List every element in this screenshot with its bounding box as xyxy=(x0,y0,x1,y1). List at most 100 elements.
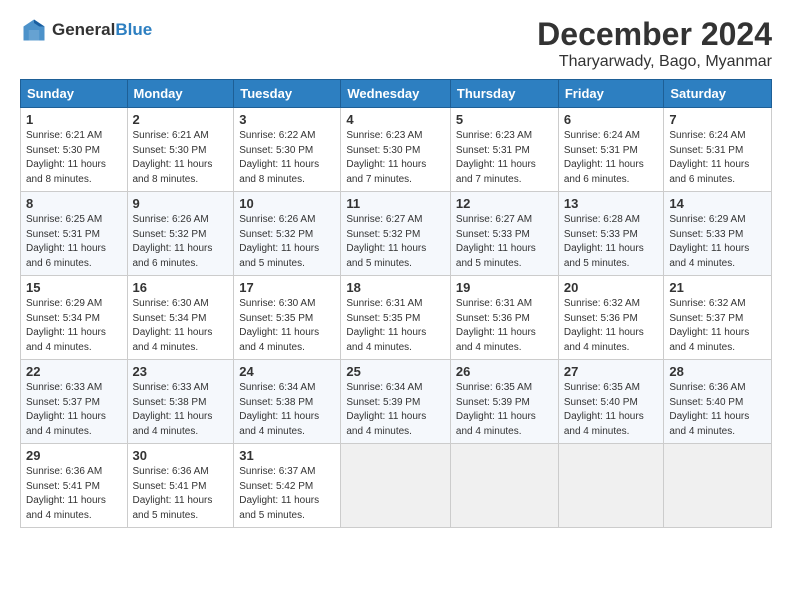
col-thursday: Thursday xyxy=(450,80,558,108)
calendar-cell: 17 Sunrise: 6:30 AMSunset: 5:35 PMDayligh… xyxy=(234,276,341,360)
logo-icon xyxy=(20,16,48,44)
calendar-cell: 4Sunrise: 6:23 AMSunset: 5:30 PMDaylight… xyxy=(341,108,451,192)
day-number: 3 xyxy=(239,112,335,127)
calendar-cell: 22Sunrise: 6:33 AMSunset: 5:37 PMDayligh… xyxy=(21,360,128,444)
header: GeneralBlue December 2024 Tharyarwady, B… xyxy=(20,16,772,71)
calendar-cell: 25 Sunrise: 6:34 AMSunset: 5:39 PMDayligh… xyxy=(341,360,451,444)
day-info: Sunrise: 6:26 AMSunset: 5:32 PMDaylight:… xyxy=(133,214,213,269)
day-number: 11 xyxy=(346,196,445,211)
logo-blue: Blue xyxy=(115,20,152,39)
day-info: Sunrise: 6:26 AMSunset: 5:32 PMDaylight:… xyxy=(239,214,319,269)
page: GeneralBlue December 2024 Tharyarwady, B… xyxy=(0,0,792,544)
calendar-cell: 7 Sunrise: 6:24 AMSunset: 5:31 PMDaylight… xyxy=(664,108,772,192)
day-number: 15 xyxy=(26,280,122,295)
day-number: 2 xyxy=(133,112,229,127)
day-number: 20 xyxy=(564,280,659,295)
day-info: Sunrise: 6:23 AMSunset: 5:31 PMDaylight:… xyxy=(456,130,536,185)
calendar-cell: 27 Sunrise: 6:35 AMSunset: 5:40 PMDayligh… xyxy=(558,360,664,444)
calendar-cell xyxy=(341,444,451,528)
day-info: Sunrise: 6:28 AMSunset: 5:33 PMDaylight:… xyxy=(564,214,644,269)
day-number: 7 xyxy=(669,112,766,127)
calendar-cell: 28 Sunrise: 6:36 AMSunset: 5:40 PMDayligh… xyxy=(664,360,772,444)
calendar-cell: 12Sunrise: 6:27 AMSunset: 5:33 PMDayligh… xyxy=(450,192,558,276)
calendar-cell: 23Sunrise: 6:33 AMSunset: 5:38 PMDayligh… xyxy=(127,360,234,444)
col-saturday: Saturday xyxy=(664,80,772,108)
calendar-cell: 5 Sunrise: 6:23 AMSunset: 5:31 PMDaylight… xyxy=(450,108,558,192)
day-number: 10 xyxy=(239,196,335,211)
day-number: 29 xyxy=(26,448,122,463)
day-number: 16 xyxy=(133,280,229,295)
calendar-week-2: 8Sunrise: 6:25 AMSunset: 5:31 PMDaylight… xyxy=(21,192,772,276)
day-info: Sunrise: 6:21 AMSunset: 5:30 PMDaylight:… xyxy=(133,130,213,185)
day-info: Sunrise: 6:35 AMSunset: 5:40 PMDaylight:… xyxy=(564,382,644,437)
calendar-cell: 14Sunrise: 6:29 AMSunset: 5:33 PMDayligh… xyxy=(664,192,772,276)
day-number: 6 xyxy=(564,112,659,127)
col-wednesday: Wednesday xyxy=(341,80,451,108)
day-number: 1 xyxy=(26,112,122,127)
day-info: Sunrise: 6:24 AMSunset: 5:31 PMDaylight:… xyxy=(564,130,644,185)
calendar-cell: 21 Sunrise: 6:32 AMSunset: 5:37 PMDayligh… xyxy=(664,276,772,360)
day-number: 4 xyxy=(346,112,445,127)
main-title: December 2024 xyxy=(537,16,772,53)
calendar-cell: 10 Sunrise: 6:26 AMSunset: 5:32 PMDayligh… xyxy=(234,192,341,276)
calendar-cell: 18Sunrise: 6:31 AMSunset: 5:35 PMDayligh… xyxy=(341,276,451,360)
day-number: 31 xyxy=(239,448,335,463)
col-monday: Monday xyxy=(127,80,234,108)
calendar-cell xyxy=(664,444,772,528)
day-info: Sunrise: 6:34 AMSunset: 5:39 PMDaylight:… xyxy=(346,382,426,437)
day-info: Sunrise: 6:27 AMSunset: 5:32 PMDaylight:… xyxy=(346,214,426,269)
day-info: Sunrise: 6:21 AMSunset: 5:30 PMDaylight:… xyxy=(26,130,106,185)
day-info: Sunrise: 6:36 AMSunset: 5:41 PMDaylight:… xyxy=(133,466,213,521)
col-friday: Friday xyxy=(558,80,664,108)
logo-text: GeneralBlue xyxy=(52,20,152,40)
day-number: 23 xyxy=(133,364,229,379)
day-info: Sunrise: 6:32 AMSunset: 5:37 PMDaylight:… xyxy=(669,298,749,353)
day-number: 28 xyxy=(669,364,766,379)
calendar-week-1: 1 Sunrise: 6:21 AMSunset: 5:30 PMDaylight… xyxy=(21,108,772,192)
calendar-cell: 15 Sunrise: 6:29 AMSunset: 5:34 PMDayligh… xyxy=(21,276,128,360)
day-number: 17 xyxy=(239,280,335,295)
day-number: 13 xyxy=(564,196,659,211)
calendar-cell: 13 Sunrise: 6:28 AMSunset: 5:33 PMDayligh… xyxy=(558,192,664,276)
calendar-week-5: 29 Sunrise: 6:36 AMSunset: 5:41 PMDayligh… xyxy=(21,444,772,528)
day-info: Sunrise: 6:32 AMSunset: 5:36 PMDaylight:… xyxy=(564,298,644,353)
calendar-cell: 16 Sunrise: 6:30 AMSunset: 5:34 PMDayligh… xyxy=(127,276,234,360)
day-info: Sunrise: 6:30 AMSunset: 5:34 PMDaylight:… xyxy=(133,298,213,353)
logo-general: General xyxy=(52,20,115,39)
day-number: 25 xyxy=(346,364,445,379)
day-info: Sunrise: 6:36 AMSunset: 5:41 PMDaylight:… xyxy=(26,466,106,521)
day-number: 8 xyxy=(26,196,122,211)
calendar-cell: 6 Sunrise: 6:24 AMSunset: 5:31 PMDaylight… xyxy=(558,108,664,192)
day-number: 21 xyxy=(669,280,766,295)
calendar-cell: 26 Sunrise: 6:35 AMSunset: 5:39 PMDayligh… xyxy=(450,360,558,444)
day-number: 12 xyxy=(456,196,553,211)
calendar-cell: 1 Sunrise: 6:21 AMSunset: 5:30 PMDaylight… xyxy=(21,108,128,192)
logo: GeneralBlue xyxy=(20,16,152,44)
day-info: Sunrise: 6:31 AMSunset: 5:36 PMDaylight:… xyxy=(456,298,536,353)
calendar-cell xyxy=(450,444,558,528)
day-number: 9 xyxy=(133,196,229,211)
day-number: 18 xyxy=(346,280,445,295)
calendar-cell xyxy=(558,444,664,528)
title-block: December 2024 Tharyarwady, Bago, Myanmar xyxy=(537,16,772,71)
day-info: Sunrise: 6:29 AMSunset: 5:33 PMDaylight:… xyxy=(669,214,749,269)
col-sunday: Sunday xyxy=(21,80,128,108)
day-number: 5 xyxy=(456,112,553,127)
calendar-cell: 24Sunrise: 6:34 AMSunset: 5:38 PMDayligh… xyxy=(234,360,341,444)
calendar-cell: 30Sunrise: 6:36 AMSunset: 5:41 PMDayligh… xyxy=(127,444,234,528)
day-info: Sunrise: 6:24 AMSunset: 5:31 PMDaylight:… xyxy=(669,130,749,185)
day-info: Sunrise: 6:35 AMSunset: 5:39 PMDaylight:… xyxy=(456,382,536,437)
calendar-cell: 3Sunrise: 6:22 AMSunset: 5:30 PMDaylight… xyxy=(234,108,341,192)
day-info: Sunrise: 6:36 AMSunset: 5:40 PMDaylight:… xyxy=(669,382,749,437)
day-info: Sunrise: 6:34 AMSunset: 5:38 PMDaylight:… xyxy=(239,382,319,437)
calendar-cell: 2 Sunrise: 6:21 AMSunset: 5:30 PMDaylight… xyxy=(127,108,234,192)
day-number: 27 xyxy=(564,364,659,379)
day-info: Sunrise: 6:33 AMSunset: 5:37 PMDaylight:… xyxy=(26,382,106,437)
day-number: 26 xyxy=(456,364,553,379)
day-info: Sunrise: 6:30 AMSunset: 5:35 PMDaylight:… xyxy=(239,298,319,353)
calendar-cell: 8Sunrise: 6:25 AMSunset: 5:31 PMDaylight… xyxy=(21,192,128,276)
calendar-body: 1 Sunrise: 6:21 AMSunset: 5:30 PMDaylight… xyxy=(21,108,772,528)
day-info: Sunrise: 6:29 AMSunset: 5:34 PMDaylight:… xyxy=(26,298,106,353)
calendar-week-4: 22Sunrise: 6:33 AMSunset: 5:37 PMDayligh… xyxy=(21,360,772,444)
calendar-cell: 20 Sunrise: 6:32 AMSunset: 5:36 PMDayligh… xyxy=(558,276,664,360)
